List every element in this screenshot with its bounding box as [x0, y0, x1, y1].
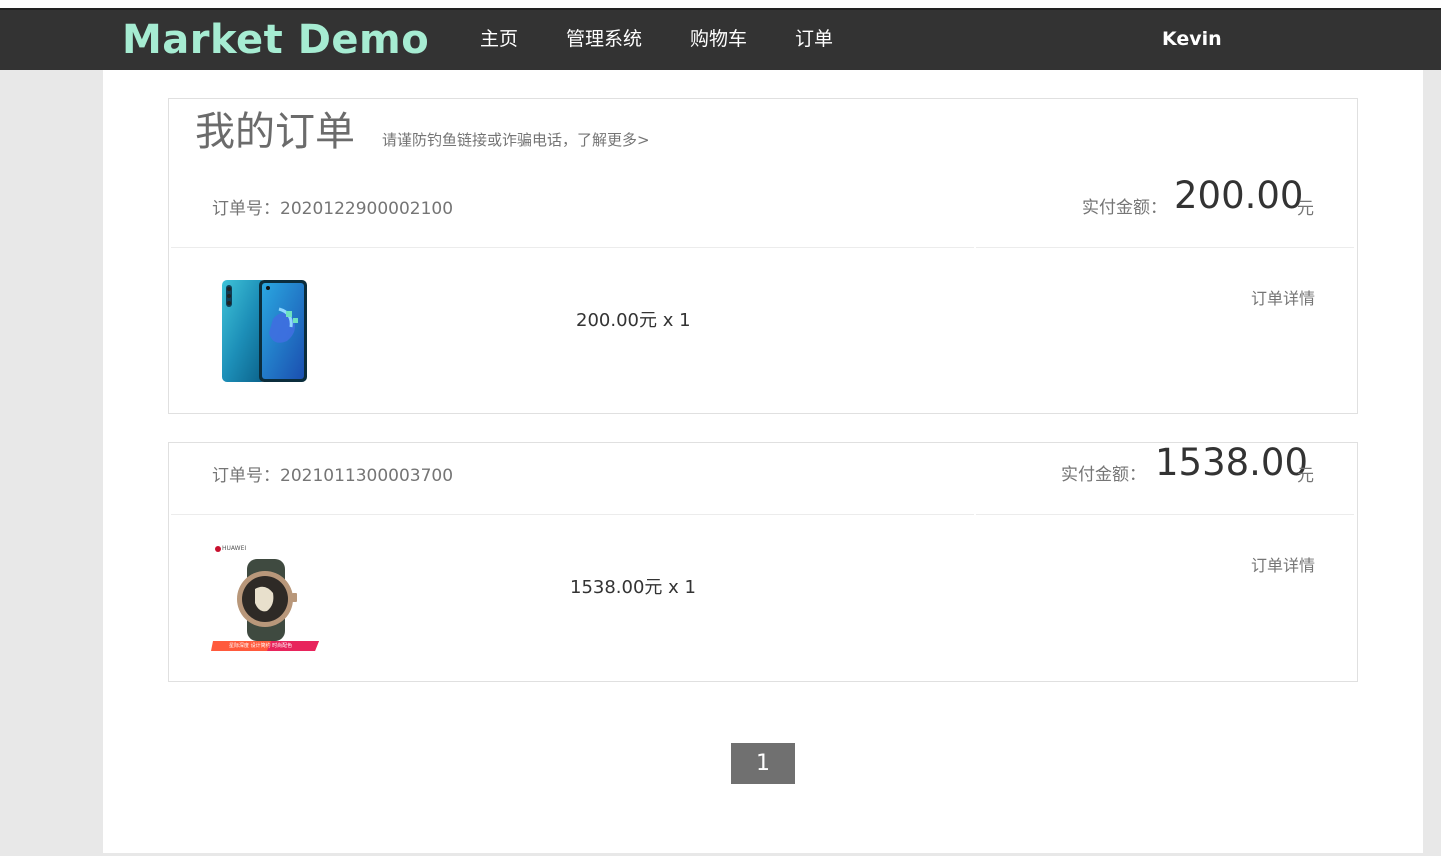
nav-admin[interactable]: 管理系统	[566, 26, 642, 52]
nav-cart[interactable]: 购物车	[690, 26, 747, 52]
divider	[171, 514, 1354, 515]
amount-value: 1538.00	[1155, 441, 1309, 484]
phone-product-image[interactable]	[221, 279, 309, 383]
brand-logo[interactable]: Market Demo	[122, 14, 429, 66]
order-number: 订单号：2021011300003700	[212, 466, 454, 486]
amount-label: 实付金额：	[1061, 465, 1146, 485]
main-content: 我的订单 请谨防钓鱼链接或诈骗电话，了解更多> 订单号：202012290000…	[103, 70, 1423, 853]
order-card: 我的订单 请谨防钓鱼链接或诈骗电话，了解更多> 订单号：202012290000…	[168, 98, 1358, 414]
order-number: 订单号：2020122900002100	[212, 199, 454, 219]
order-details-link[interactable]: 订单详情	[1251, 285, 1315, 309]
navbar: Market Demo 主页 管理系统 购物车 订单 Kevin	[0, 10, 1441, 70]
divider	[171, 247, 1354, 248]
order-card: 订单号：2021011300003700 实付金额： 1538.00 元 HUA…	[168, 441, 1358, 682]
watch-product-image[interactable]: HUAWEI 星际深度 设计简约 时尚配色	[211, 543, 321, 655]
amount-value: 200.00	[1174, 174, 1304, 217]
amount-label: 实付金额：	[1082, 198, 1167, 218]
line-item-price: 200.00元 x 1	[576, 310, 691, 331]
order-details-link[interactable]: 订单详情	[1251, 552, 1315, 576]
nav-home[interactable]: 主页	[480, 26, 518, 52]
pagination-page-1[interactable]: 1	[731, 743, 795, 784]
fraud-notice-link[interactable]: 请谨防钓鱼链接或诈骗电话，了解更多>	[382, 129, 650, 150]
amount-unit: 元	[1297, 466, 1314, 486]
user-menu[interactable]: Kevin	[1162, 26, 1222, 52]
page-title: 我的订单	[195, 109, 355, 155]
amount-unit: 元	[1297, 199, 1314, 219]
nav-orders[interactable]: 订单	[795, 26, 833, 52]
product-banner-text: 星际深度 设计简约 时尚配色	[229, 643, 293, 649]
line-item-price: 1538.00元 x 1	[570, 577, 696, 598]
